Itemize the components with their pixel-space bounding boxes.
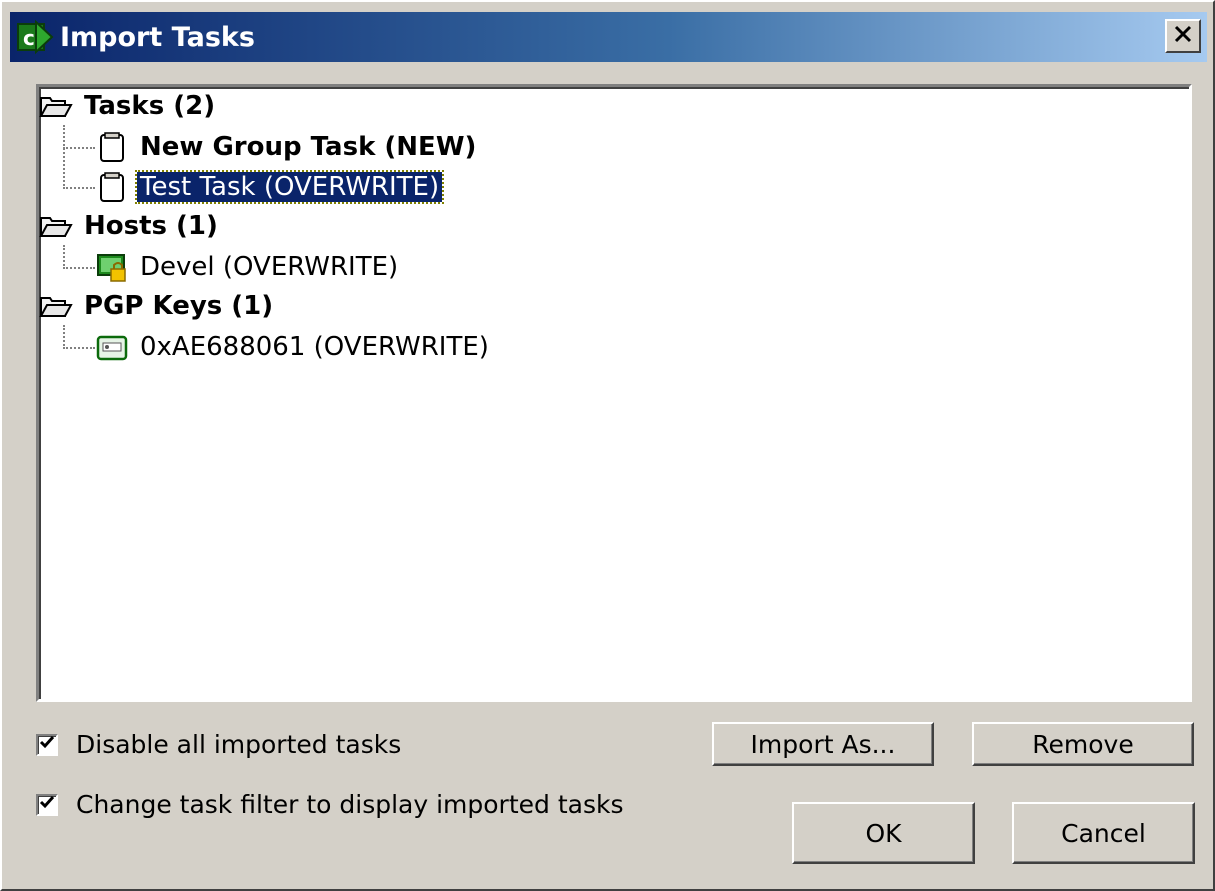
tree-item-label: New Group Task (NEW) xyxy=(140,132,477,162)
tree-item-devel-host[interactable]: Devel (OVERWRITE) xyxy=(95,248,401,286)
tree-group-label: PGP Keys (1) xyxy=(84,291,274,321)
cancel-button[interactable]: Cancel xyxy=(1012,802,1195,864)
open-folder-icon xyxy=(39,90,73,122)
task-clipboard-icon xyxy=(95,131,129,163)
open-folder-icon xyxy=(39,290,73,322)
tree-group-pgp-keys[interactable]: PGP Keys (1) xyxy=(39,287,276,325)
green-arrow-c-icon: c xyxy=(16,18,54,56)
pgp-key-icon xyxy=(95,331,129,363)
tree-connector xyxy=(63,187,95,189)
remove-button[interactable]: Remove xyxy=(972,722,1194,766)
tree-connector xyxy=(63,125,65,189)
disable-imported-option[interactable]: Disable all imported tasks xyxy=(36,730,401,759)
tree-connector xyxy=(63,147,95,149)
open-folder-icon xyxy=(39,210,73,242)
tree-connector xyxy=(63,245,65,269)
tree-item-test-task[interactable]: Test Task (OVERWRITE) xyxy=(95,168,445,206)
close-icon xyxy=(1173,25,1193,48)
tree-connector xyxy=(63,267,95,269)
tree-group-label: Tasks (2) xyxy=(84,91,216,121)
tree-group-label: Hosts (1) xyxy=(84,211,218,241)
disable-imported-checkbox[interactable] xyxy=(36,733,58,756)
locked-host-icon xyxy=(95,251,129,283)
tree-connector xyxy=(63,325,65,349)
checkmark-icon xyxy=(39,794,55,815)
tree-item-label: 0xAE688061 (OVERWRITE) xyxy=(140,332,489,362)
tree-group-hosts[interactable]: Hosts (1) xyxy=(39,207,221,245)
close-button[interactable] xyxy=(1165,19,1201,53)
tree-item-pgp-key[interactable]: 0xAE688061 (OVERWRITE) xyxy=(95,328,492,366)
task-clipboard-icon xyxy=(95,171,129,203)
change-filter-checkbox[interactable] xyxy=(36,793,58,816)
checkmark-icon xyxy=(39,734,55,755)
ok-button[interactable]: OK xyxy=(792,802,975,864)
tree-item-label: Devel (OVERWRITE) xyxy=(140,252,399,282)
dialog-title: Import Tasks xyxy=(60,21,255,53)
tree-item-label-selected: Test Task (OVERWRITE) xyxy=(134,170,445,204)
change-filter-label: Change task filter to display imported t… xyxy=(76,790,624,819)
import-tasks-dialog: c Import Tasks Tasks (2) New Group Task … xyxy=(0,0,1215,891)
tree-group-tasks[interactable]: Tasks (2) xyxy=(39,87,218,125)
tree-item-new-group-task[interactable]: New Group Task (NEW) xyxy=(95,128,479,166)
disable-imported-label: Disable all imported tasks xyxy=(76,730,402,759)
change-filter-option[interactable]: Change task filter to display imported t… xyxy=(36,790,624,819)
import-tree-view[interactable]: Tasks (2) New Group Task (NEW) Test Task… xyxy=(36,84,1192,702)
svg-text:c: c xyxy=(23,26,35,50)
tree-connector xyxy=(63,347,95,349)
import-as-button[interactable]: Import As... xyxy=(712,722,934,766)
title-bar[interactable]: c Import Tasks xyxy=(10,12,1207,62)
